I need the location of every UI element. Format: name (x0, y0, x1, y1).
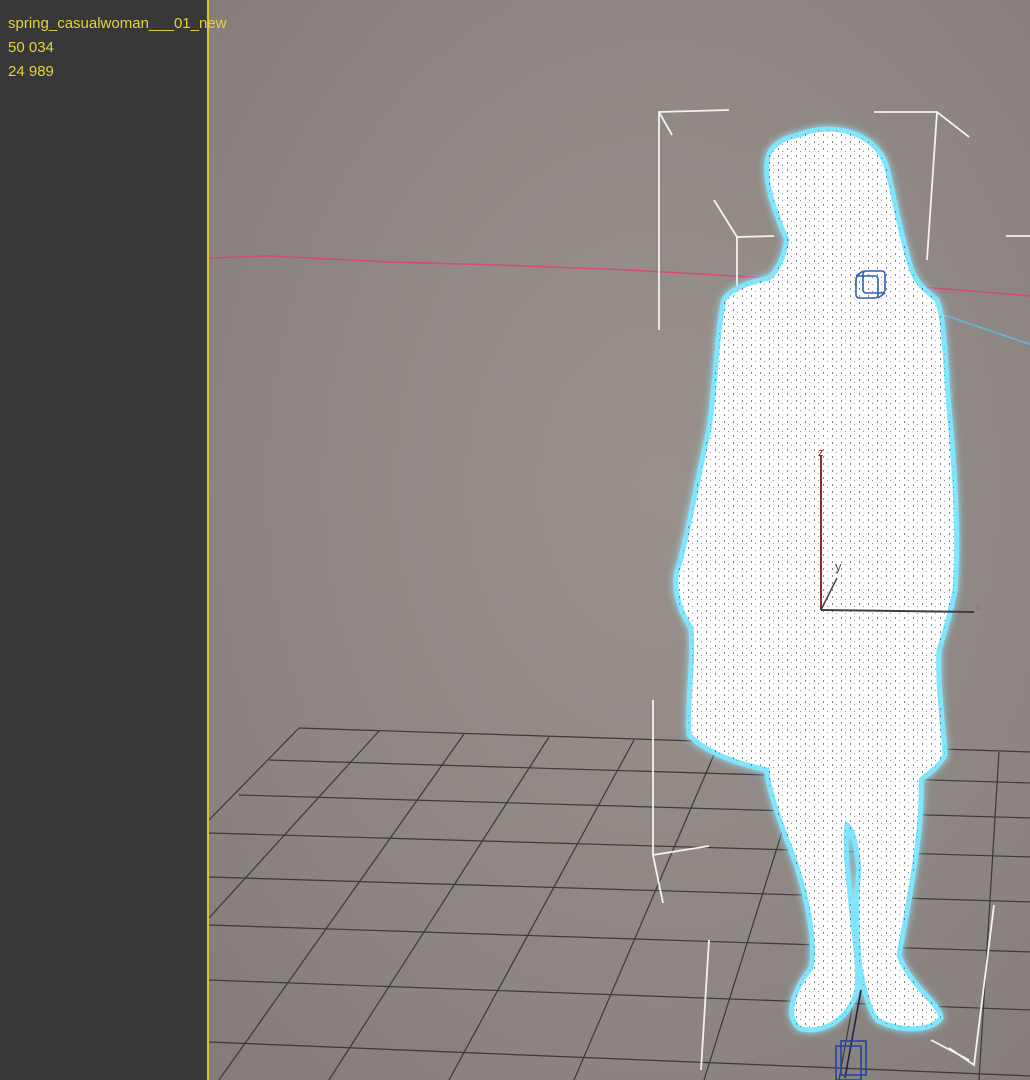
gizmo-y-label: y (835, 559, 842, 574)
left-panel (0, 0, 207, 1080)
gizmo-x-label: x (975, 599, 981, 613)
viewport-stats-overlay: spring_casualwoman___01_new 50 034 24 98… (8, 12, 226, 84)
perspective-viewport[interactable]: z y x (207, 0, 1030, 1080)
viewport-scene[interactable]: z y x (209, 0, 1030, 1080)
mesh-wireframe-dots (675, 129, 957, 1030)
object-name-label: spring_casualwoman___01_new (8, 15, 227, 32)
3d-editor-window: spring_casualwoman___01_new 50 034 24 98… (0, 0, 1030, 1080)
vertex-count-label: 50 034 (8, 39, 54, 56)
face-count-label: 24 989 (8, 63, 54, 80)
gizmo-z-label: z (818, 447, 824, 459)
